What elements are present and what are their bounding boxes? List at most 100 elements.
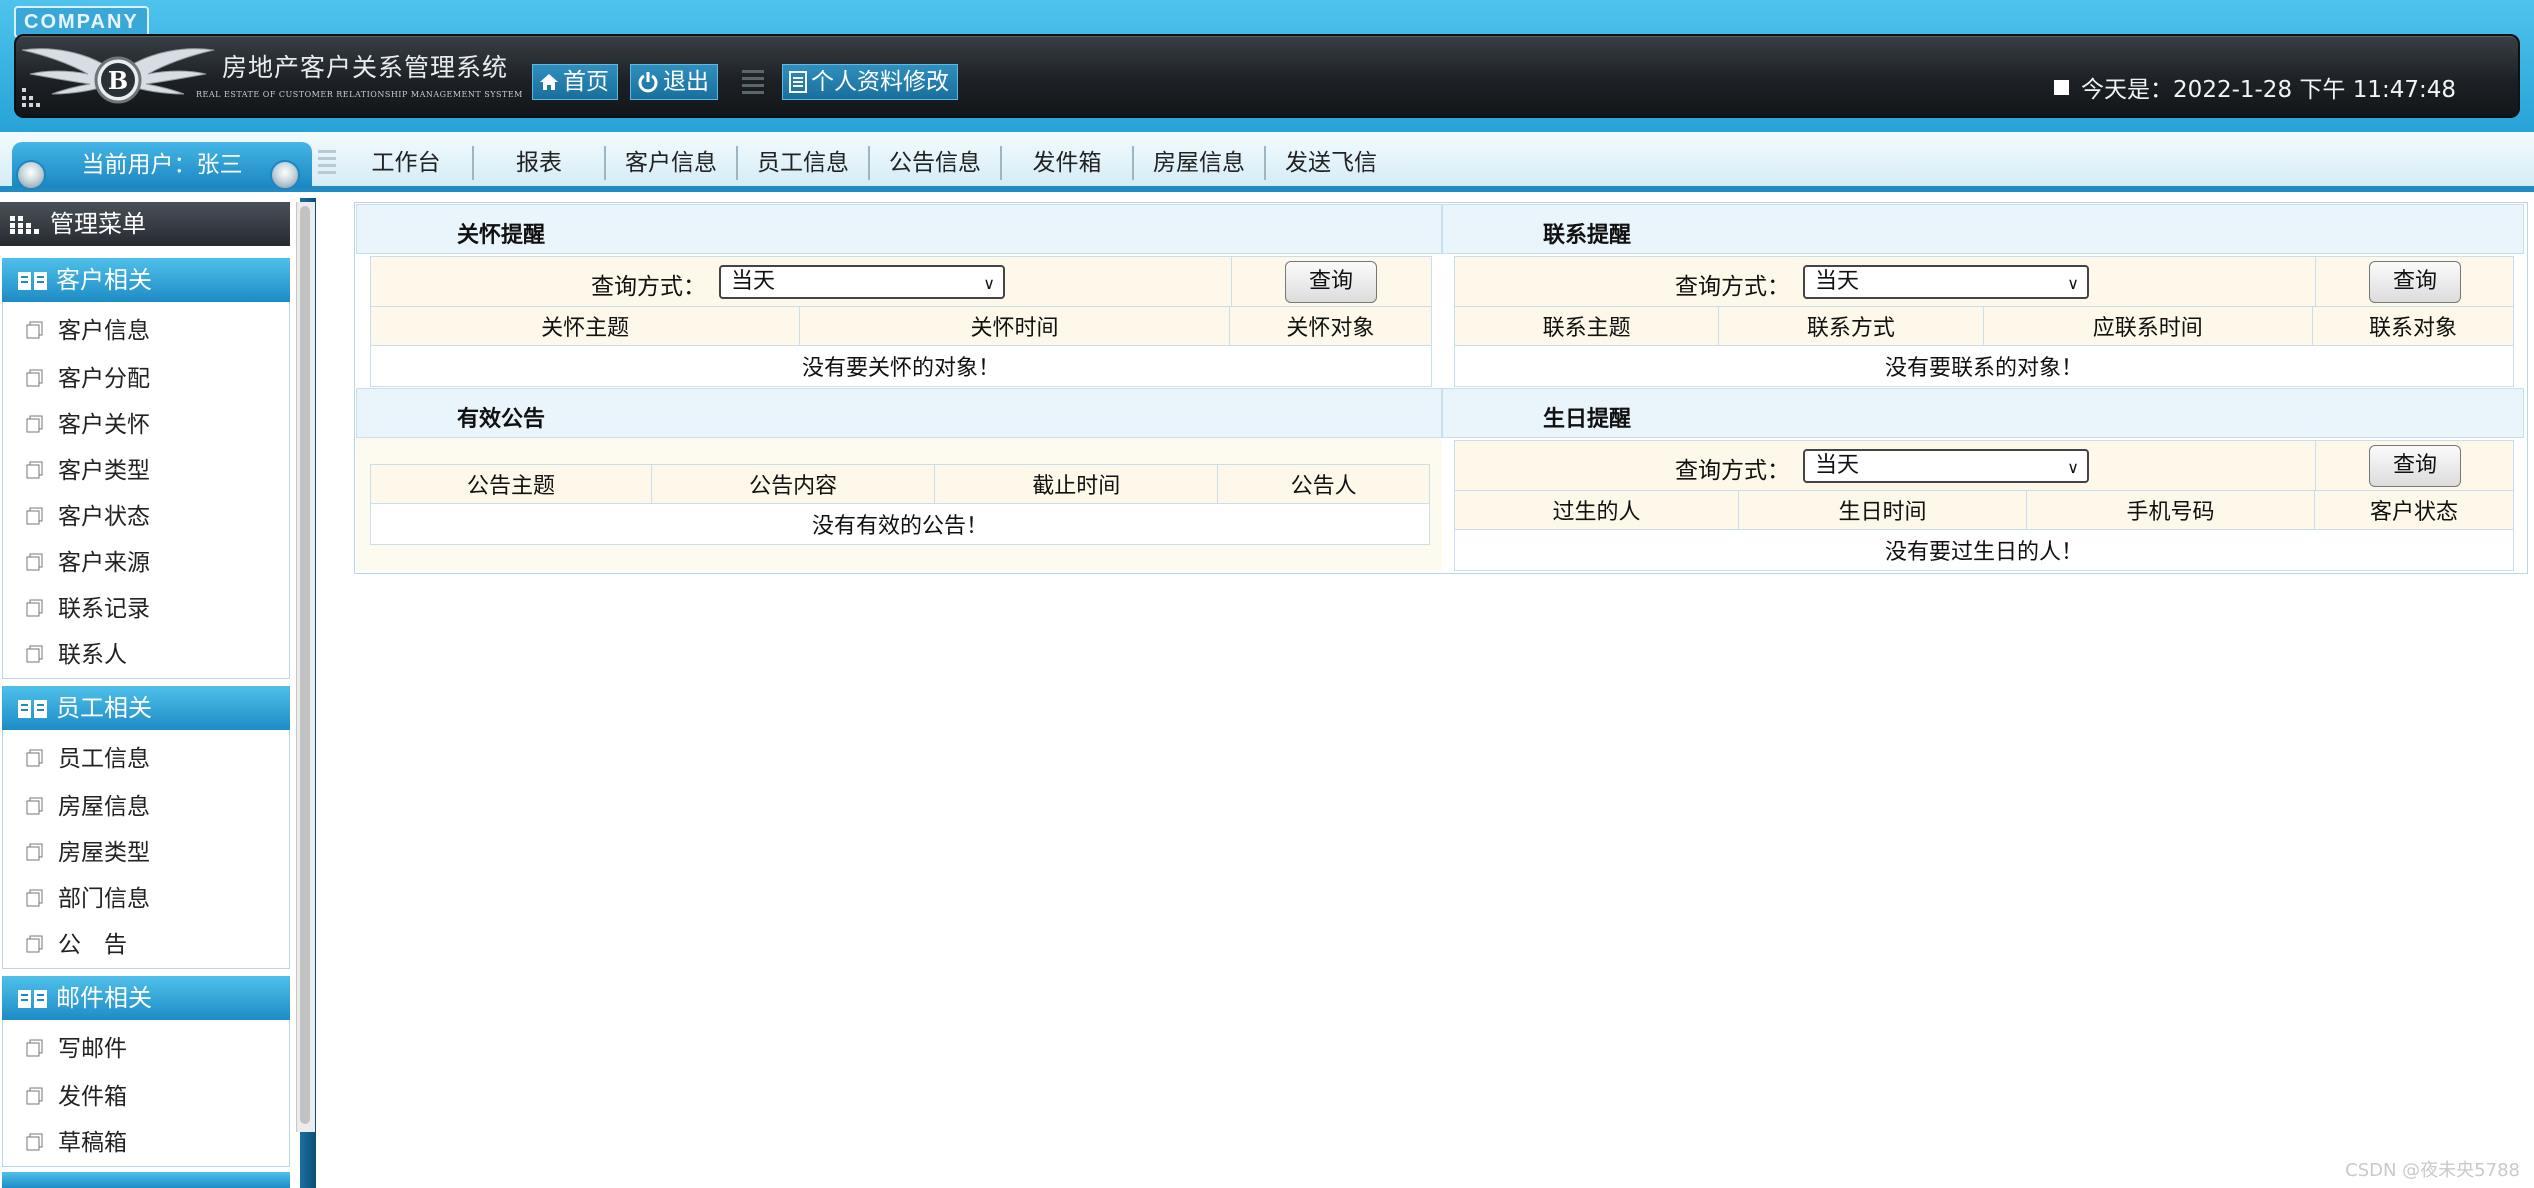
menu-item-customer-type[interactable]: 客户类型 bbox=[26, 446, 150, 490]
page-icon bbox=[26, 747, 44, 767]
notice-panel-title: 有效公告 bbox=[457, 407, 546, 432]
nav-item-house-info[interactable]: 房屋信息 bbox=[1134, 146, 1266, 180]
birthday-col-person: 过生的人 bbox=[1453, 490, 1740, 530]
knob-icon bbox=[270, 160, 300, 190]
home-button[interactable]: 首页 bbox=[532, 64, 618, 100]
birthday-table: 过生的人 生日时间 手机号码 客户状态 没有要过生日的人！ bbox=[1453, 490, 2515, 571]
group-customer-label: 客户相关 bbox=[56, 266, 152, 294]
menu-item-department-info[interactable]: 部门信息 bbox=[26, 874, 150, 918]
nav-item-customer-info[interactable]: 客户信息 bbox=[606, 146, 738, 180]
divider bbox=[2315, 441, 2316, 491]
care-query-select[interactable]: 当天 ∨ bbox=[719, 265, 1005, 299]
menu-item-write-mail[interactable]: 写邮件 bbox=[26, 1024, 127, 1068]
logout-button-label: 退出 bbox=[663, 69, 709, 95]
birthday-query-button[interactable]: 查询 bbox=[2369, 445, 2461, 487]
group-employee-label: 员工相关 bbox=[56, 694, 152, 722]
dots-icon bbox=[22, 88, 40, 107]
group-customer[interactable]: 客户相关 bbox=[2, 258, 290, 302]
contact-panel-title: 联系提醒 bbox=[1543, 223, 1632, 248]
today-value: 2022-1-28 下午 11:47:48 bbox=[2173, 77, 2456, 103]
menu-item-label: 部门信息 bbox=[58, 886, 150, 912]
menu-item-customer-care[interactable]: 客户关怀 bbox=[26, 400, 150, 444]
group-employee[interactable]: 员工相关 bbox=[2, 686, 290, 730]
page-icon bbox=[26, 597, 44, 617]
menu-item-label: 客户分配 bbox=[58, 366, 150, 392]
contact-query-select[interactable]: 当天 ∨ bbox=[1803, 265, 2089, 299]
menu-item-notice[interactable]: 公 告 bbox=[26, 920, 127, 964]
book-icon bbox=[18, 700, 47, 718]
group-more[interactable] bbox=[2, 1172, 290, 1188]
contact-query-row: 查询方式： 当天 ∨ 查询 bbox=[1454, 256, 2514, 308]
menu-item-house-type[interactable]: 房屋类型 bbox=[26, 828, 150, 872]
chevron-down-icon: ∨ bbox=[983, 274, 995, 293]
svg-text:B: B bbox=[108, 66, 128, 95]
profile-edit-button[interactable]: 个人资料修改 bbox=[782, 64, 958, 100]
notice-table: 公告主题 公告内容 截止时间 公告人 没有有效的公告！ bbox=[369, 464, 1430, 545]
menu-item-customer-source[interactable]: 客户来源 bbox=[26, 538, 150, 582]
page-icon bbox=[26, 1131, 44, 1151]
nav-item-workbench[interactable]: 工作台 bbox=[340, 146, 474, 180]
menu-item-label: 写邮件 bbox=[58, 1036, 127, 1062]
menu-item-label: 客户来源 bbox=[58, 550, 150, 576]
contact-col-method: 联系方式 bbox=[1718, 306, 1984, 346]
group-mail[interactable]: 邮件相关 bbox=[2, 976, 290, 1020]
menu-item-label: 客户状态 bbox=[58, 504, 150, 530]
menu-item-label: 房屋类型 bbox=[58, 840, 150, 866]
menu-item-customer-status[interactable]: 客户状态 bbox=[26, 492, 150, 536]
nav-item-reports[interactable]: 报表 bbox=[474, 146, 606, 180]
contact-panel-header: 联系提醒 bbox=[1442, 204, 2524, 254]
nav-item-employee-info[interactable]: 员工信息 bbox=[738, 146, 870, 180]
page-icon bbox=[26, 459, 44, 479]
care-col-subject: 关怀主题 bbox=[369, 306, 801, 346]
nav-item-notice-info[interactable]: 公告信息 bbox=[870, 146, 1002, 180]
care-query-button[interactable]: 查询 bbox=[1285, 261, 1377, 303]
menu-item-contact-records[interactable]: 联系记录 bbox=[26, 584, 150, 628]
notice-empty-message: 没有有效的公告！ bbox=[370, 503, 1430, 545]
care-panel-title: 关怀提醒 bbox=[457, 223, 546, 248]
knob-icon bbox=[16, 160, 46, 190]
birthday-query-select[interactable]: 当天 ∨ bbox=[1803, 449, 2089, 483]
page-icon bbox=[26, 795, 44, 815]
menu-item-label: 联系人 bbox=[58, 642, 127, 668]
page-icon bbox=[26, 505, 44, 525]
menu-title-label: 管理菜单 bbox=[50, 210, 146, 238]
menu-item-customer-assign[interactable]: 客户分配 bbox=[26, 354, 150, 398]
menu-item-employee-info[interactable]: 员工信息 bbox=[26, 734, 150, 778]
today-display: 今天是： 2022-1-28 下午 11:47:48 bbox=[2054, 70, 2456, 104]
grid-icon bbox=[10, 216, 39, 234]
menu-title: 管理菜单 bbox=[0, 202, 290, 246]
logout-button[interactable]: 退出 bbox=[630, 64, 718, 100]
menu-item-drafts[interactable]: 草稿箱 bbox=[26, 1118, 127, 1162]
care-col-time: 关怀时间 bbox=[799, 306, 1230, 346]
menu-item-house-info[interactable]: 房屋信息 bbox=[26, 782, 150, 826]
nav-item-outbox[interactable]: 发件箱 bbox=[1002, 146, 1134, 180]
birthday-panel-title: 生日提醒 bbox=[1543, 407, 1632, 432]
menu-item-contacts[interactable]: 联系人 bbox=[26, 630, 127, 674]
notice-col-subject: 公告主题 bbox=[369, 464, 653, 504]
contact-col-target: 联系对象 bbox=[2312, 306, 2514, 346]
menu-item-label: 发件箱 bbox=[58, 1084, 127, 1110]
page-icon bbox=[26, 643, 44, 663]
page-icon bbox=[26, 551, 44, 571]
document-icon bbox=[789, 71, 807, 93]
sidebar-scroll-thumb[interactable] bbox=[300, 206, 310, 1124]
today-label: 今天是： bbox=[2081, 77, 2174, 103]
nav-item-send-fetion[interactable]: 发送飞信 bbox=[1266, 146, 1396, 180]
contact-query-button[interactable]: 查询 bbox=[2369, 261, 2461, 303]
menu-item-label: 公 告 bbox=[58, 932, 127, 958]
divider bbox=[1231, 257, 1232, 307]
notice-panel-header: 有效公告 bbox=[356, 388, 1442, 438]
menu-item-outbox[interactable]: 发件箱 bbox=[26, 1072, 127, 1116]
page-icon bbox=[26, 933, 44, 953]
contact-query-value: 当天 bbox=[1815, 269, 1860, 294]
chevron-down-icon: ∨ bbox=[2067, 458, 2079, 477]
system-subtitle: REAL ESTATE OF CUSTOMER RELATIONSHIP MAN… bbox=[196, 90, 523, 99]
page-icon bbox=[26, 887, 44, 907]
winged-logo-icon: B bbox=[21, 48, 215, 104]
page-icon bbox=[26, 413, 44, 433]
group-mail-label: 邮件相关 bbox=[56, 984, 152, 1012]
care-table: 关怀主题 关怀时间 关怀对象 没有要关怀的对象！ bbox=[369, 306, 1433, 387]
contact-empty-message: 没有要联系的对象！ bbox=[1454, 345, 2514, 387]
care-query-row: 查询方式： 当天 ∨ 查询 bbox=[370, 256, 1432, 308]
menu-item-customer-info[interactable]: 客户信息 bbox=[26, 306, 150, 350]
